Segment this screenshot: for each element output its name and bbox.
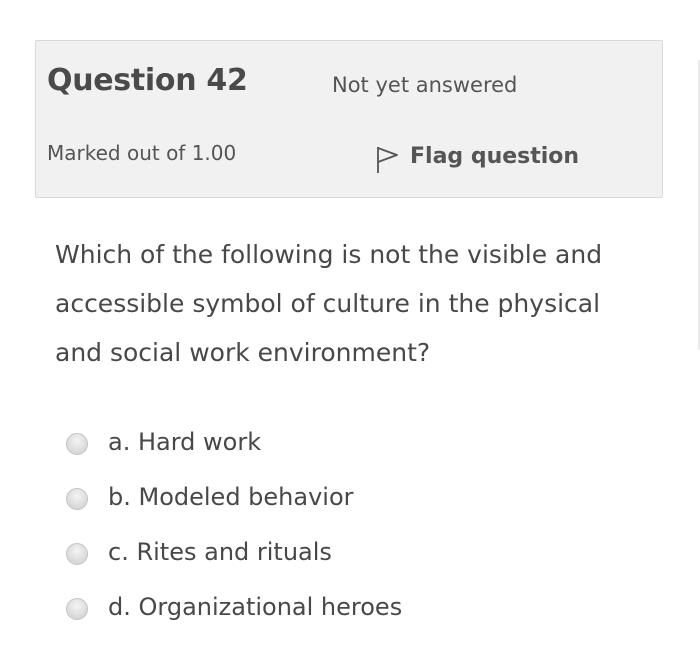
flag-icon [377,147,398,173]
answer-label[interactable]: b. Modeled behavior [108,483,354,511]
radio-button[interactable] [66,432,88,455]
answer-label[interactable]: d. Organizational heroes [108,593,402,621]
question-state: Not yet answered [332,73,518,97]
question-info-panel: Question 42 Not yet answered Marked out … [35,40,663,198]
flag-question-button[interactable]: Flag question [376,137,579,175]
question-number: Question 42 [47,63,248,98]
question-grade: Marked out of 1.00 [47,141,237,165]
radio-button[interactable] [66,597,88,620]
radio-button[interactable] [66,542,88,565]
answer-label[interactable]: c. Rites and rituals [108,538,332,566]
answer-option-c[interactable]: c. Rites and rituals [66,524,402,579]
answer-option-a[interactable]: a. Hard work [66,414,402,469]
radio-button[interactable] [66,487,88,510]
question-text: Which of the following is not the visibl… [55,240,603,367]
answer-label[interactable]: a. Hard work [108,428,261,456]
answer-option-d[interactable]: d. Organizational heroes [66,579,402,634]
answer-list: a. Hard work b. Modeled behavior c. Rite… [66,414,402,634]
answer-option-b[interactable]: b. Modeled behavior [66,469,402,524]
flag-question-label: Flag question [410,143,580,169]
